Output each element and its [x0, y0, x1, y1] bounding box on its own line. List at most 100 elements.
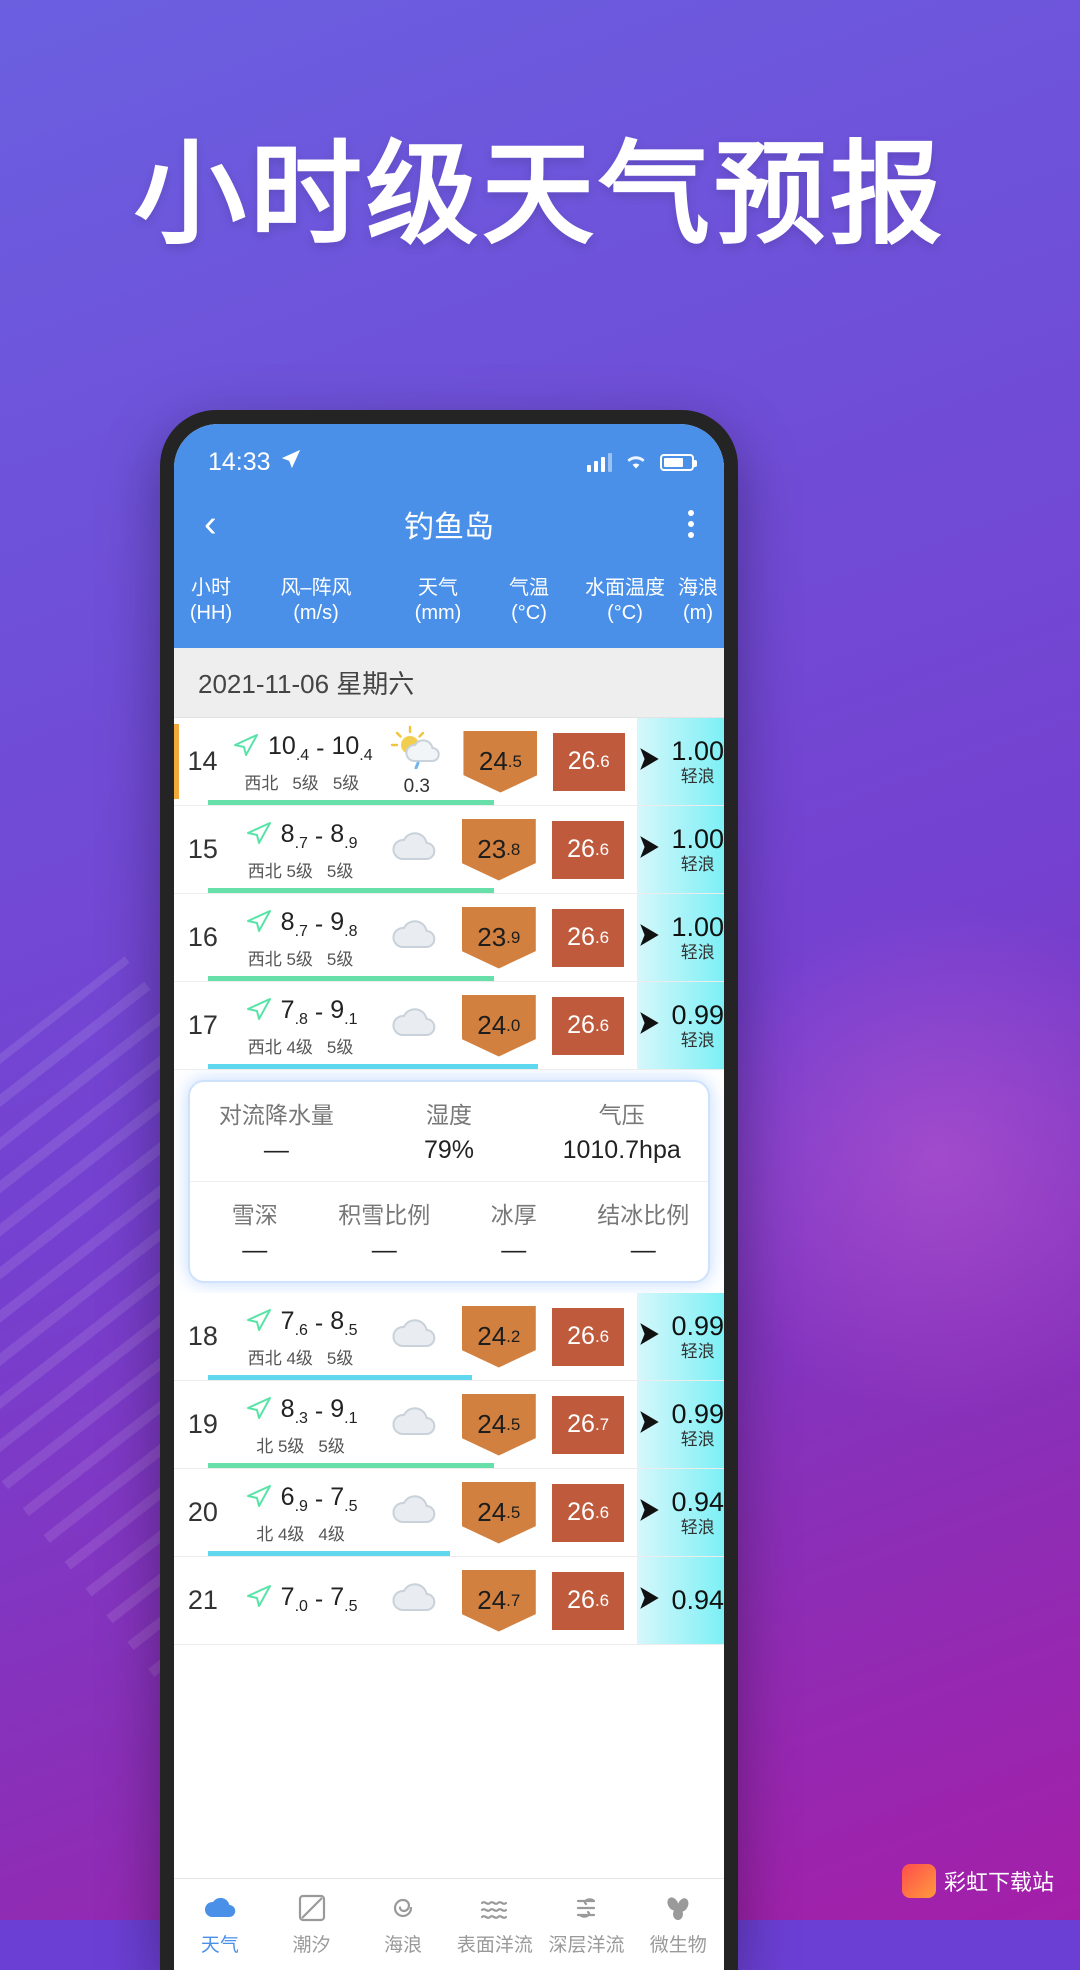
table-row[interactable]: 17 7.8-9.1 西北 4级 5级 24.0 26.6 0.99 轻浪 — [174, 982, 724, 1070]
detail-value: — — [263, 1136, 289, 1164]
column-unit: (HH) — [189, 602, 233, 624]
column-unit: (m) — [683, 602, 713, 624]
day-header: 2021-11-06 星期六 — [174, 648, 724, 718]
detail-value: — — [630, 1236, 656, 1264]
detail-label: 结冰比例 — [597, 1202, 690, 1228]
cell-temperature: 23.9 — [459, 894, 539, 981]
row-marker — [174, 724, 179, 799]
detail-panel-row-1: 对流降水量 — 湿度 79% 气压 1010.7hpa — [190, 1082, 708, 1181]
tab-cloud[interactable]: 天气 — [174, 1892, 266, 1957]
tab-tide-chart[interactable]: 潮汐 — [266, 1892, 358, 1957]
wind-level-max: 5级 — [332, 773, 360, 793]
table-row[interactable]: 20 6.9-7.5 北 4级 4级 24.5 26.6 0.94 轻浪 — [174, 1469, 724, 1557]
table-row[interactable]: 14 10.4-10.4 西北 5级 5级 0.3 24.5 26.6 1.00 轻浪 — [174, 718, 724, 806]
cloud-icon — [174, 1892, 266, 1930]
cell-water-temperature: 26.6 — [539, 894, 638, 981]
table-row[interactable]: 21 7.0-7.5 24.7 26.6 0.94 — [174, 1557, 724, 1645]
kebab-menu-icon[interactable] — [688, 510, 694, 538]
tab-surface-current[interactable]: 表面洋流 — [449, 1892, 541, 1957]
water-temperature-badge: 26.6 — [552, 996, 625, 1055]
site-watermark: 彩虹下载站 — [901, 1864, 1054, 1898]
cell-wave: 0.94 — [637, 1557, 724, 1644]
wind-speed-max: 10.4 — [331, 731, 373, 764]
wind-arrow-icon — [244, 1481, 274, 1518]
wave-label: 轻浪 — [680, 1518, 715, 1538]
cell-wind: 8.7-8.9 西北 5级 5级 — [232, 806, 370, 893]
water-temperature-badge: 26.6 — [552, 732, 625, 791]
wind-arrow-icon — [231, 730, 261, 767]
bottom-tab-bar[interactable]: 天气 潮汐 海浪 表面洋流 深层洋流 微生物 — [174, 1878, 724, 1970]
column-header-hour: 小时 (HH) — [180, 576, 242, 626]
cell-wave: 0.99 轻浪 — [637, 982, 724, 1069]
forecast-rows-before-panel: 14 10.4-10.4 西北 5级 5级 0.3 24.5 26.6 1.00 轻浪 15 8.7-… — [174, 718, 724, 1070]
wave-height: 0.99 — [671, 1399, 724, 1430]
wind-speed-max: 8.5 — [330, 1306, 358, 1339]
cell-weather — [369, 982, 458, 1069]
row-progress-bar — [208, 1551, 450, 1556]
tide-chart-icon — [266, 1892, 358, 1930]
tab-label: 天气 — [200, 1935, 239, 1956]
wave-direction-arrow-icon — [637, 1409, 663, 1440]
column-name: 水面温度 — [585, 577, 665, 599]
wind-level-max: 4级 — [318, 1524, 345, 1544]
wind-speed-range: 10.4-10.4 — [231, 730, 373, 767]
wind-speed-min: 8.3 — [280, 1394, 308, 1427]
row-progress-bar — [208, 1375, 472, 1380]
battery-icon — [660, 453, 697, 471]
table-row[interactable]: 16 8.7-9.8 西北 5级 5级 23.9 26.6 1.00 轻浪 — [174, 894, 724, 982]
table-row[interactable]: 18 7.6-8.5 西北 4级 5级 24.2 26.6 0.99 轻浪 — [174, 1293, 724, 1381]
row-progress-bar — [208, 888, 494, 893]
cell-temperature: 24.5 — [461, 718, 540, 805]
wave-label: 轻浪 — [680, 767, 715, 787]
hourly-forecast-list[interactable]: 2021-11-06 星期六 14 10.4-10.4 西北 5级 5级 0.3 24.5 2… — [174, 648, 724, 1878]
column-name: 风–阵风 — [280, 577, 352, 599]
table-row[interactable]: 19 8.3-9.1 北 5级 5级 24.5 26.7 0.99 轻浪 — [174, 1381, 724, 1469]
tab-label: 潮汐 — [292, 1935, 331, 1956]
cell-wind: 7.0-7.5 — [232, 1557, 370, 1644]
cell-hour: 21 — [187, 1585, 218, 1615]
wave-direction-arrow-icon — [637, 1010, 663, 1041]
cell-weather — [369, 806, 458, 893]
cloud-icon — [386, 1402, 442, 1447]
wind-range-dash: - — [314, 821, 324, 850]
cloud-icon — [386, 1314, 442, 1359]
wave-height: 1.00 — [671, 824, 724, 855]
table-row[interactable]: 15 8.7-8.9 西北 5级 5级 23.8 26.6 1.00 轻浪 — [174, 806, 724, 894]
cell-hour: 14 — [187, 746, 218, 776]
detail-value: 1010.7hpa — [562, 1136, 681, 1164]
tab-deep-current[interactable]: 深层洋流 — [541, 1892, 633, 1957]
wind-speed-range: 7.6-8.5 — [244, 1305, 358, 1342]
wind-range-dash: - — [314, 909, 324, 938]
detail-label: 气压 — [598, 1102, 645, 1128]
wind-level-max: 5级 — [326, 949, 354, 969]
tab-plankton[interactable]: 微生物 — [632, 1892, 724, 1957]
wind-level-min: 5级 — [292, 773, 319, 793]
temperature-badge: 24.7 — [461, 1569, 536, 1632]
cell-water-temperature: 26.6 — [539, 806, 638, 893]
navigation-arrow-icon — [280, 448, 302, 477]
detail-snow-depth: 雪深 — — [190, 1182, 320, 1281]
wind-speed-range: 7.0-7.5 — [244, 1581, 357, 1618]
wind-arrow-icon — [244, 818, 274, 855]
page-title: 钓鱼岛 — [404, 511, 494, 544]
wind-direction-levels: 西北 5级 5级 — [248, 857, 354, 882]
detail-label: 雪深 — [231, 1202, 278, 1228]
app-bar: ‹ 钓鱼岛 — [174, 486, 724, 562]
wind-speed-range: 8.7-9.8 — [244, 906, 357, 943]
status-bar-right — [587, 448, 697, 477]
wave-direction-arrow-icon — [637, 746, 663, 777]
cell-weather — [369, 894, 458, 981]
column-name: 天气 — [418, 577, 458, 599]
promo-headline: 小时级天气预报 — [134, 130, 946, 260]
wave-label: 轻浪 — [680, 855, 715, 875]
phone-screen: 14:33 ‹ 钓鱼岛 小时 (HH) 风–阵风 (m/s) 天气 (mm) 气… — [174, 424, 724, 1970]
column-unit: (°C) — [511, 602, 547, 624]
cell-wind: 10.4-10.4 西北 5级 5级 — [231, 718, 373, 805]
wind-speed-range: 8.3-9.1 — [244, 1393, 357, 1430]
water-temperature-badge: 26.6 — [552, 820, 625, 879]
detail-humidity: 湿度 79% — [363, 1082, 536, 1181]
cell-temperature: 24.0 — [459, 982, 539, 1069]
tab-wave-spiral[interactable]: 海浪 — [357, 1892, 449, 1957]
detail-pressure: 气压 1010.7hpa — [535, 1082, 708, 1181]
row-progress-bar — [208, 976, 494, 981]
